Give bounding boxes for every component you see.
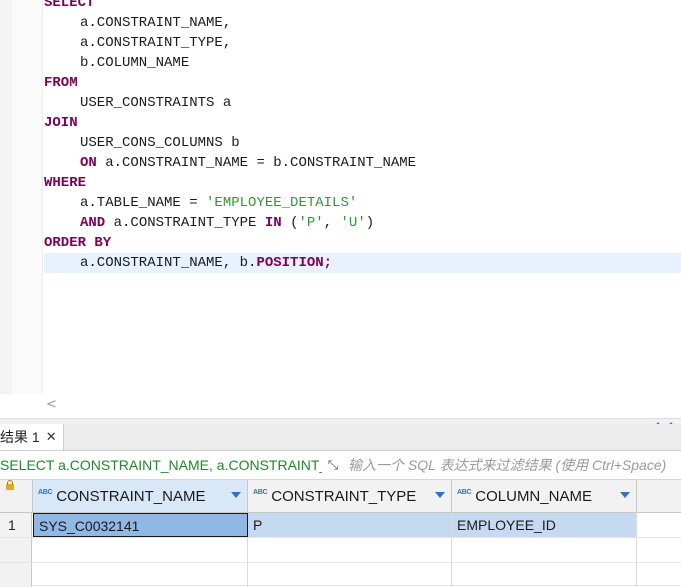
sql-keyword: WHERE [44,175,87,191]
sql-keyword: JOIN [44,115,78,131]
code-line[interactable]: a.TABLE_NAME = 'EMPLOYEE_DETAILS' [44,193,416,213]
editor-left-gutter [0,0,12,394]
text-type-icon: ABC [457,488,472,496]
text-type-icon: ABC [38,488,53,496]
cell-column-name[interactable]: EMPLOYEE_ID [452,513,637,537]
code-line[interactable]: a.CONSTRAINT_NAME, b.POSITION; [44,253,416,273]
column-label: CONSTRAINT_TYPE [271,487,417,505]
column-header-column-name[interactable]: ABC COLUMN_NAME [452,480,637,512]
code-line[interactable]: ON a.CONSTRAINT_NAME = b.CONSTRAINT_NAME [44,153,416,173]
code-line[interactable]: b.COLUMN_NAME [44,53,416,73]
code-line[interactable]: USER_CONS_COLUMNS b [44,133,416,153]
cell-constraint-type[interactable]: P [248,513,452,537]
code-line[interactable]: ORDER BY [44,233,416,253]
code-line[interactable]: USER_CONSTRAINTS a [44,93,416,113]
empty-cell [452,538,637,562]
sql-text: a.TABLE_NAME = [80,195,207,211]
query-text: SELECT a.CONSTRAINT_NAME, a.CONSTRAINT_T… [0,457,322,473]
row-corner[interactable] [0,480,33,512]
scroll-left-icon[interactable]: < [46,396,57,414]
empty-cell [248,563,452,587]
sql-string: 'P' [298,215,324,231]
sql-string: 'U' [340,215,366,231]
code-line[interactable]: FROM [44,73,416,93]
sql-keyword: AND [80,215,106,231]
grid-header: ABC CONSTRAINT_NAME ABC CONSTRAINT_TYPE … [0,480,681,513]
tab-label: 结果 1 [0,429,40,445]
results-grid: ABC CONSTRAINT_NAME ABC CONSTRAINT_TYPE … [0,480,681,587]
sql-keyword: ; [323,255,333,271]
editor-ruler [12,0,43,394]
empty-cell [33,563,248,587]
sql-text: USER_CONS_COLUMNS b [80,135,240,151]
sql-text: a.CONSTRAINT_NAME, [80,15,232,31]
column-label: COLUMN_NAME [475,487,592,505]
tab-results-1[interactable]: 结果 1 ✕ [0,424,64,450]
empty-row [0,538,681,563]
sql-keyword: POSITION [256,255,324,271]
sql-keyword: FROM [44,75,78,91]
sql-text: b.COLUMN_NAME [80,55,190,71]
filter-bar: SELECT a.CONSTRAINT_NAME, a.CONSTRAINT_T… [0,451,681,480]
sql-text: USER_CONSTRAINTS a [80,95,232,111]
sql-text: ( [281,215,299,231]
editor-horizontal-scrollbar[interactable]: < [42,396,681,414]
sql-text: ) [365,215,375,231]
cell-constraint-name[interactable]: SYS_C0032141 [33,513,248,537]
column-label: CONSTRAINT_NAME [56,487,206,505]
row-number[interactable]: 1 [0,513,32,537]
sql-keyword: SELECT [44,0,95,11]
code-line[interactable]: a.CONSTRAINT_NAME, [44,13,416,33]
code-line[interactable]: SELECT [44,0,416,13]
close-icon[interactable]: ✕ [46,429,57,445]
sql-keyword: ORDER BY [44,235,112,251]
sql-keyword: ON [80,155,97,171]
code-line[interactable]: WHERE [44,173,416,193]
sort-icon[interactable] [620,492,630,498]
row-number-empty [0,538,32,562]
text-type-icon: ABC [253,488,268,496]
sql-text: a.CONSTRAINT_NAME = b.CONSTRAINT_NAME [96,155,417,171]
empty-cell [452,563,637,587]
row-number-empty [0,563,32,587]
sql-editor[interactable]: SELECT a.CONSTRAINT_NAME, a.CONSTRAINT_TYP… [0,0,681,418]
sort-icon[interactable] [231,492,241,498]
code-line[interactable]: JOIN [44,113,416,133]
code-line[interactable]: AND a.CONSTRAINT_TYPE IN ('P', 'U') [44,213,416,233]
sql-keyword: IN [264,215,282,231]
column-header-constraint-name[interactable]: ABC CONSTRAINT_NAME [33,480,248,512]
table-row[interactable]: 1 SYS_C0032141 P EMPLOYEE_ID [0,513,681,538]
empty-cell [248,538,452,562]
sql-text: , [323,215,341,231]
sql-code[interactable]: SELECT a.CONSTRAINT_NAME, a.CONSTRAINT_TYP… [44,0,416,273]
results-panel: 结果 1 ✕ SELECT a.CONSTRAINT_NAME, a.CONST… [0,424,681,587]
sql-text: a.CONSTRAINT_TYPE [105,215,265,231]
column-header-constraint-type[interactable]: ABC CONSTRAINT_TYPE [248,480,452,512]
lock-icon [6,480,14,490]
expand-icon[interactable]: ⤡ [322,454,344,476]
sql-text: a.CONSTRAINT_TYPE, [80,35,232,51]
filter-input[interactable] [344,457,681,473]
maximize-arrows-icon[interactable] [653,413,681,428]
sort-icon[interactable] [435,492,445,498]
code-line[interactable]: a.CONSTRAINT_TYPE, [44,33,416,53]
sql-text: a.CONSTRAINT_NAME, b. [80,255,257,271]
results-tabbar: 结果 1 ✕ [0,424,681,451]
empty-row [0,563,681,587]
sql-string: 'EMPLOYEE_DETAILS' [206,195,358,211]
empty-cell [33,538,248,562]
